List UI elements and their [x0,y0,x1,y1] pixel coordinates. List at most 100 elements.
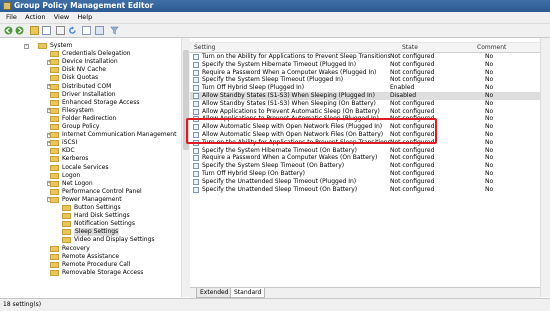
tree-item[interactable]: Kerberos [0,155,181,163]
tree-item[interactable]: Removable Storage Access [0,269,181,277]
folder-icon [50,261,59,268]
tree-item[interactable]: -Power Management [0,196,181,204]
settings-scrollbar[interactable] [540,38,550,297]
folder-icon [50,124,59,130]
tree-item[interactable]: Driver Installation [0,91,181,99]
policy-setting-icon [193,85,199,92]
toolbar [0,24,550,38]
setting-row[interactable]: Specify the System Sleep Timeout (On Bat… [190,162,542,170]
menu-help[interactable]: Help [77,12,92,23]
tree-item-label: System [50,42,73,49]
setting-row[interactable]: Allow Applications to Prevent Automatic … [190,108,542,116]
tree-item[interactable]: +Distributed COM [0,83,181,91]
tree-item-label: iSCSI [62,139,78,147]
setting-row[interactable]: Allow Standby States (S1-S3) When Sleepi… [190,92,542,100]
setting-name: Specify the System Sleep Timeout (On Bat… [202,162,345,170]
help-icon[interactable] [95,26,104,35]
properties-icon[interactable] [56,26,65,35]
policy-setting-icon [193,54,199,60]
tree-item[interactable]: Folder Redirection [0,115,181,123]
setting-row[interactable]: Specify the System Hibernate Timeout (Pl… [190,61,542,69]
setting-name: Specify the System Hibernate Timeout (On… [202,146,357,154]
tree-item-label: Remote Procedure Call [62,260,131,268]
tree-item[interactable]: Sleep Settings [0,228,181,237]
tree-item[interactable]: Logon [0,172,181,180]
tree-item-label: Video and Display Settings [74,236,155,244]
policy-setting-icon [193,178,199,185]
setting-name: Allow Standby States (S1-S3) When Sleepi… [202,92,375,99]
tree-scrollbar[interactable] [181,38,190,297]
tree-item[interactable]: +Internet Communication Management [0,131,181,139]
setting-comment: No [485,185,494,193]
tree-item[interactable]: Notification Settings [0,220,181,228]
tree-item[interactable]: Hard Disk Settings [0,212,181,220]
window-title: Group Policy Management Editor [14,1,154,10]
column-comment[interactable]: Comment [477,43,506,52]
setting-row[interactable]: Specify the Unattended Sleep Timeout (On… [190,186,542,194]
column-setting[interactable]: Setting [194,43,215,52]
tree-item[interactable]: Video and Display Settings [0,236,181,244]
setting-comment: No [485,146,494,154]
menu-action[interactable]: Action [25,12,45,23]
show-hide-tree-icon[interactable] [42,26,51,35]
setting-row[interactable]: Specify the System Sleep Timeout (Plugge… [190,76,542,84]
tree-item[interactable]: Performance Control Panel [0,188,181,196]
folder-icon [50,132,59,139]
tree-item-label: Remote Assistance [62,252,120,260]
back-icon[interactable] [4,26,13,35]
collapse-icon[interactable]: - [24,43,29,49]
setting-row[interactable]: Specify the System Hibernate Timeout (On… [190,147,542,155]
setting-row[interactable]: Require a Password When a Computer Wakes… [190,154,542,162]
setting-row[interactable]: Turn on the Ability for Applications to … [190,53,542,61]
tree-item[interactable]: +Net Logon [0,180,181,188]
folder-icon [50,67,59,74]
tree-item[interactable]: +iSCSI [0,139,181,147]
tree-item[interactable]: Credentials Delegation [0,50,181,58]
column-state[interactable]: State [402,43,418,52]
tree-item[interactable]: Remote Assistance [0,253,181,261]
tree-item[interactable]: Disk NV Cache [0,66,181,74]
setting-comment: No [485,53,494,60]
setting-comment: No [485,107,494,115]
folder-icon [50,99,59,106]
up-icon[interactable] [30,26,39,35]
setting-row[interactable]: Require a Password When a Computer Wakes… [190,69,542,77]
menu-view[interactable]: View [54,12,69,23]
tree-item[interactable]: Group Policy [0,123,181,131]
folder-icon [50,269,59,276]
setting-name: Turn Off Hybrid Sleep (Plugged In) [202,84,305,92]
setting-comment: No [485,131,494,138]
setting-state: Not configured [390,107,435,115]
setting-row[interactable]: Turn Off Hybrid Sleep (On Battery) Not co… [190,170,542,178]
export-icon[interactable] [82,26,91,35]
setting-comment: No [485,92,494,99]
tree-item-label: Net Logon [62,179,93,187]
tree-item[interactable]: Locale Services [0,164,181,172]
tab-extended[interactable]: Extended [196,288,233,298]
folder-icon [50,51,59,58]
refresh-icon[interactable] [68,26,77,35]
tree-item[interactable]: KDC [0,147,181,155]
setting-row[interactable]: Allow Standby States (S1-S3) When Sleepi… [190,100,542,108]
tree-item[interactable]: Recovery [0,245,181,253]
setting-comment: No [485,115,494,123]
tree-item[interactable]: Disk Quotas [0,74,181,82]
setting-row[interactable]: Specify the Unattended Sleep Timeout (Pl… [190,178,542,186]
tree-item-label: Disk Quotas [62,74,99,82]
filter-icon[interactable] [110,26,119,35]
tree-item-label: Disk NV Cache [62,66,106,74]
setting-name: Require a Password When a Computer Wakes… [202,68,377,76]
tab-standard[interactable]: Standard [230,288,266,298]
status-text: 18 setting(s) [3,301,42,308]
setting-state: Not configured [390,76,435,84]
menu-file[interactable]: File [6,12,17,23]
tree-item[interactable]: - System [0,42,181,50]
tree-item[interactable]: +Device Installation [0,58,181,66]
tree-item[interactable]: +Filesystem [0,107,181,115]
tree-item[interactable]: Button Settings [0,204,181,212]
setting-state: Enabled [390,84,415,92]
tree-item[interactable]: Remote Procedure Call [0,261,181,269]
forward-icon[interactable] [15,26,24,35]
setting-row[interactable]: Turn Off Hybrid Sleep (Plugged In) Enable… [190,84,542,92]
tree-item[interactable]: Enhanced Storage Access [0,99,181,107]
